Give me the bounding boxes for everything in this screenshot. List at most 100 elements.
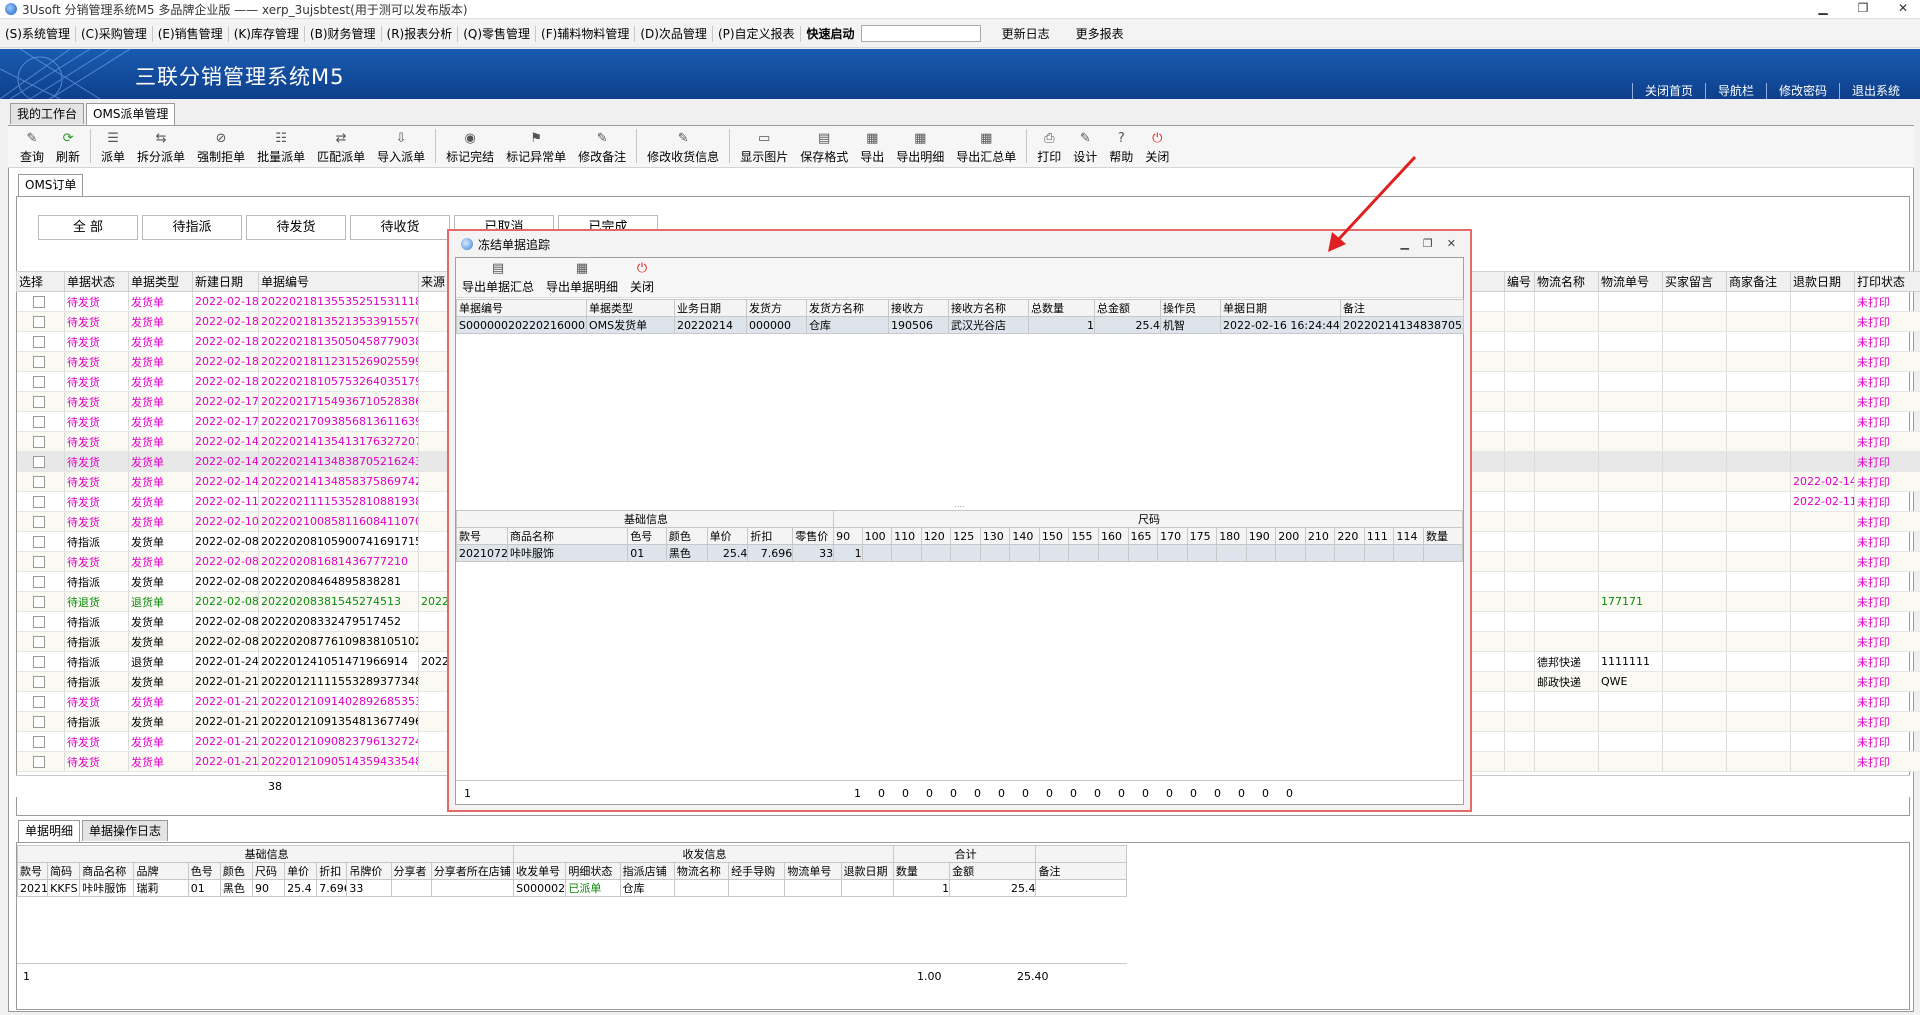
detail-col-header[interactable]: 商品名称 (79, 862, 135, 880)
dialog-detail-col-header[interactable]: 165 (1127, 527, 1159, 545)
row-checkbox[interactable] (32, 696, 45, 708)
dialog-col-header[interactable]: 总数量 (1028, 299, 1095, 317)
tab-oms-orders[interactable]: OMS订单 (18, 174, 84, 196)
row-checkbox[interactable] (32, 596, 45, 608)
detail-col-header[interactable]: 退款日期 (840, 862, 894, 880)
dialog-detail-col-header[interactable]: 160 (1098, 527, 1129, 545)
dialog-detail-col-header[interactable]: 数量 (1423, 527, 1463, 545)
dialog-col-header[interactable]: 单据编号 (456, 299, 587, 317)
row-checkbox[interactable] (32, 616, 45, 628)
menu-item-7[interactable]: (F)辅料物料管理 (536, 25, 636, 42)
toolbar-button-7[interactable]: ⇩ 导入派单 (371, 125, 431, 167)
col-header-right-0[interactable]: 编号 (1504, 271, 1535, 292)
toolbar-button-14[interactable]: ▦ 导出 (854, 125, 890, 167)
dialog-detail-col-header[interactable]: 190 (1245, 527, 1277, 545)
row-checkbox-cell[interactable] (16, 531, 65, 552)
detail-col-header[interactable]: 物流名称 (673, 862, 730, 880)
detail-col-header[interactable]: 折扣 (316, 862, 348, 880)
dialog-col-header[interactable]: 单据类型 (586, 299, 675, 317)
dialog-detail-col-header[interactable]: 111 (1363, 527, 1395, 545)
detail-col-header[interactable]: 指派店铺 (619, 862, 675, 880)
dialog-detail-col-header[interactable]: 款号 (456, 527, 508, 545)
toolbar-button-9[interactable]: ⚑ 标记异常单 (500, 125, 572, 167)
filter-button-3[interactable]: 待收货 (350, 215, 450, 240)
dialog-detail-col-header[interactable]: 220 (1334, 527, 1365, 545)
toolbar-button-16[interactable]: ▦ 导出汇总单 (950, 125, 1022, 167)
row-checkbox[interactable] (32, 416, 45, 428)
close-icon[interactable]: ✕ (1892, 1, 1914, 15)
row-checkbox-cell[interactable] (16, 591, 65, 612)
row-checkbox-cell[interactable] (16, 691, 65, 712)
dialog-col-header[interactable]: 操作员 (1160, 299, 1221, 317)
quick-launch-input[interactable] (860, 25, 981, 42)
row-checkbox[interactable] (32, 756, 45, 768)
dialog-col-header[interactable]: 业务日期 (674, 299, 747, 317)
toolbar-button-2[interactable]: ☰ 派单 (95, 125, 131, 167)
toolbar-button-11[interactable]: ✎ 修改收货信息 (641, 125, 725, 167)
row-checkbox-cell[interactable] (16, 411, 65, 432)
row-checkbox[interactable] (32, 516, 45, 528)
dialog-minimize-icon[interactable]: ▁ (1400, 237, 1408, 250)
detail-col-header[interactable]: 简码 (47, 862, 81, 880)
col-header-right-5[interactable]: 退款日期 (1790, 271, 1855, 292)
menu-item-2[interactable]: (E)销售管理 (153, 25, 229, 42)
dialog-close-icon[interactable]: ✕ (1447, 237, 1456, 250)
banner-link-1[interactable]: 导航栏 (1704, 83, 1766, 99)
row-checkbox[interactable] (32, 676, 45, 688)
tab-bottom-1[interactable]: 单据操作日志 (82, 820, 169, 841)
dialog-detail-col-header[interactable]: 零售价 (792, 527, 835, 545)
detail-col-header[interactable]: 单价 (284, 862, 318, 880)
row-checkbox-cell[interactable] (16, 431, 65, 452)
detail-col-header[interactable]: 金额 (949, 862, 1037, 880)
detail-col-header[interactable]: 明细状态 (565, 862, 621, 880)
row-checkbox[interactable] (32, 496, 45, 508)
col-header-left-1[interactable]: 单据状态 (64, 271, 129, 292)
menu-item-4[interactable]: (B)财务管理 (305, 25, 382, 42)
col-header-right-6[interactable]: 打印状态 (1854, 271, 1920, 292)
dialog-detail-col-header[interactable]: 折扣 (747, 527, 794, 545)
detail-col-header[interactable]: 分享者 (390, 862, 432, 880)
row-checkbox[interactable] (32, 356, 45, 368)
tab-top-0[interactable]: 我的工作台 (10, 103, 85, 124)
detail-col-header[interactable]: 吊牌价 (346, 862, 392, 880)
row-checkbox[interactable] (32, 536, 45, 548)
dialog-detail-col-header[interactable]: 114 (1393, 527, 1425, 545)
menu-item-3[interactable]: (K)库存管理 (229, 25, 305, 42)
dialog-detail-col-header[interactable]: 130 (979, 527, 1011, 545)
row-checkbox[interactable] (32, 376, 45, 388)
toolbar-button-13[interactable]: ▤ 保存格式 (794, 125, 854, 167)
dialog-col-header[interactable]: 接收方 (888, 299, 949, 317)
detail-col-header[interactable]: 备注 (1035, 862, 1127, 880)
dialog-detail-col-header[interactable]: 210 (1304, 527, 1336, 545)
toolbar-button-12[interactable]: ▭ 显示图片 (734, 125, 794, 167)
row-checkbox-cell[interactable] (16, 311, 65, 332)
toolbar-button-8[interactable]: ◉ 标记完结 (440, 125, 500, 167)
filter-button-1[interactable]: 待指派 (142, 215, 242, 240)
col-header-left-5[interactable]: 来源 (418, 271, 449, 292)
detail-col-header[interactable]: 色号 (187, 862, 221, 880)
banner-link-0[interactable]: 关闭首页 (1631, 83, 1705, 99)
restore-icon[interactable]: ❐ (1852, 1, 1874, 15)
toolbar-button-19[interactable]: ? 帮助 (1103, 125, 1139, 167)
detail-col-header[interactable]: 款号 (16, 862, 49, 880)
row-checkbox-cell[interactable] (16, 571, 65, 592)
detail-col-header[interactable]: 品牌 (133, 862, 189, 880)
toolbar-button-3[interactable]: ⇆ 拆分派单 (131, 125, 191, 167)
dialog-toolbar-button-1[interactable]: ▦ 导出单据明细 (540, 257, 624, 297)
dialog-detail-col-header[interactable]: 140 (1009, 527, 1040, 545)
toolbar-button-20[interactable]: ⏻ 关闭 (1139, 125, 1175, 167)
row-checkbox-cell[interactable] (16, 671, 65, 692)
banner-link-2[interactable]: 修改密码 (1765, 83, 1839, 99)
row-checkbox-cell[interactable] (16, 371, 65, 392)
detail-col-header[interactable]: 经手导购 (728, 862, 786, 880)
dialog-detail-col-header[interactable]: 180 (1216, 527, 1247, 545)
col-header-left-0[interactable]: 选择 (16, 271, 65, 292)
tab-bottom-0[interactable]: 单据明细 (18, 820, 81, 842)
detail-col-header[interactable]: 分享者所在店铺 (430, 862, 515, 880)
row-checkbox-cell[interactable] (16, 511, 65, 532)
row-checkbox-cell[interactable] (16, 391, 65, 412)
toolbar-button-17[interactable]: ⎙ 打印 (1031, 125, 1067, 167)
detail-col-header[interactable]: 数量 (892, 862, 951, 880)
col-header-right-3[interactable]: 买家留言 (1662, 271, 1727, 292)
filter-button-0[interactable]: 全 部 (38, 215, 138, 240)
